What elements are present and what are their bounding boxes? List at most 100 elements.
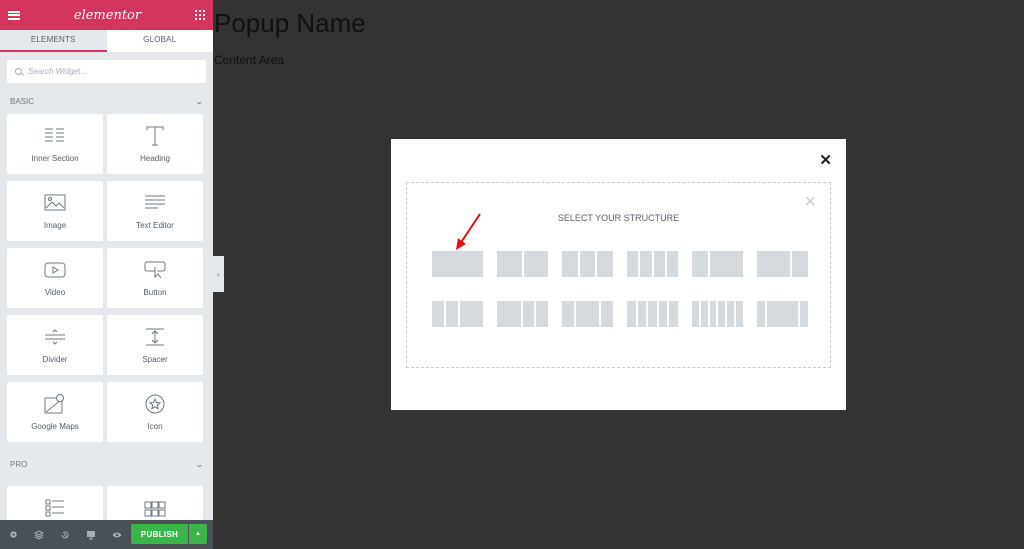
section-label: BASIC — [10, 96, 35, 106]
structure-option[interactable] — [562, 251, 614, 277]
structure-column — [757, 251, 790, 277]
widget-heading[interactable]: Heading — [107, 114, 203, 174]
widget-video[interactable]: Video — [7, 248, 103, 308]
widget-label: Spacer — [142, 354, 168, 364]
structure-column — [692, 301, 699, 327]
structure-column — [497, 251, 522, 277]
structure-column — [766, 301, 799, 327]
structure-selector: × SELECT YOUR STRUCTURE — [406, 182, 831, 368]
content-area: Content Area — [214, 53, 285, 67]
elementor-logo: elementor — [73, 7, 142, 23]
popup-modal: ✕ × SELECT YOUR STRUCTURE — [391, 139, 846, 410]
widget-text-editor[interactable]: Text Editor — [107, 181, 203, 241]
widget-google-maps[interactable]: Google Maps — [7, 382, 103, 442]
structure-column — [669, 301, 678, 327]
gallery-icon — [144, 501, 166, 517]
structure-option[interactable] — [692, 301, 743, 327]
widget-spacer[interactable]: Spacer — [107, 315, 203, 375]
widget-label: Video — [44, 287, 66, 297]
divider-icon — [45, 328, 65, 345]
structure-option[interactable] — [627, 301, 678, 327]
structure-column — [640, 251, 652, 277]
structure-column — [736, 301, 743, 327]
structure-column — [692, 251, 709, 277]
structure-option[interactable] — [627, 251, 678, 277]
responsive-mode-icon[interactable] — [86, 530, 96, 540]
structure-column — [432, 301, 444, 327]
publish-button[interactable]: PUBLISH — [131, 524, 188, 544]
widget-divider[interactable]: Divider — [7, 315, 103, 375]
widget-label: Image — [43, 220, 67, 230]
structure-option[interactable] — [497, 301, 548, 327]
button-icon — [144, 261, 166, 278]
page-title: Popup Name — [214, 8, 366, 38]
structure-option[interactable] — [692, 251, 743, 277]
structure-column — [791, 251, 808, 277]
section-pro[interactable]: PRO ⌄ — [0, 454, 213, 474]
heading-icon — [146, 126, 164, 145]
structure-column — [700, 301, 708, 327]
menu-icon[interactable] — [8, 10, 20, 20]
tab-elements[interactable]: ELEMENTS — [0, 30, 107, 52]
panel-footer: PUBLISH ▲ — [0, 520, 213, 549]
structure-column — [597, 251, 614, 277]
structure-column — [637, 301, 647, 327]
elementor-panel: elementor ELEMENTS GLOBAL Search Widget.… — [0, 0, 213, 549]
publish-options-button[interactable]: ▲ — [189, 524, 207, 544]
widget-label: Icon — [147, 421, 163, 431]
structure-column — [627, 251, 639, 277]
widget-label: Inner Section — [31, 153, 79, 163]
widget-image[interactable]: Image — [7, 181, 103, 241]
chevron-down-icon: ⌄ — [194, 459, 205, 469]
structure-column — [648, 301, 657, 327]
settings-icon[interactable] — [8, 530, 18, 540]
widget-icon[interactable]: Icon — [107, 382, 203, 442]
structure-option[interactable] — [562, 301, 613, 327]
close-icon[interactable]: ✕ — [819, 151, 832, 169]
chevron-left-icon: ‹ — [217, 269, 220, 279]
structure-column — [718, 301, 726, 327]
structure-column — [536, 301, 548, 327]
section-basic[interactable]: BASIC ⌄ — [0, 91, 213, 111]
search-placeholder: Search Widget... — [28, 67, 88, 76]
history-icon[interactable] — [60, 530, 70, 540]
widget-label: Heading — [140, 153, 170, 163]
structure-column — [800, 301, 808, 327]
structure-column — [562, 301, 574, 327]
close-structure-icon[interactable]: × — [804, 191, 816, 214]
structure-option[interactable] — [757, 301, 808, 327]
spacer-icon — [146, 328, 164, 345]
structure-option[interactable] — [432, 301, 483, 327]
list-icon — [45, 499, 64, 517]
structure-column — [757, 301, 765, 327]
structure-column — [727, 301, 735, 327]
structure-column — [627, 301, 636, 327]
search-icon — [15, 68, 22, 75]
preview-eye-icon[interactable] — [112, 530, 122, 540]
structure-option[interactable] — [757, 251, 808, 277]
inner-section-icon — [45, 128, 64, 141]
widget-label: Text Editor — [136, 220, 174, 230]
structure-option[interactable] — [497, 251, 548, 277]
structure-column — [658, 301, 668, 327]
image-icon — [44, 194, 66, 210]
navigator-icon[interactable] — [34, 529, 44, 540]
structure-column — [601, 301, 613, 327]
structure-column — [445, 301, 458, 327]
text-editor-icon — [145, 195, 165, 208]
widget-inner-section[interactable]: Inner Section — [7, 114, 103, 174]
widget-label: Divider — [42, 354, 68, 364]
search-input[interactable]: Search Widget... — [7, 60, 206, 83]
structure-option[interactable] — [432, 251, 483, 277]
structure-column — [522, 301, 535, 327]
structure-column — [562, 251, 578, 277]
widget-button[interactable]: Button — [107, 248, 203, 308]
collapse-panel-button[interactable]: ‹ — [213, 256, 224, 292]
tab-global[interactable]: GLOBAL — [107, 30, 214, 52]
structure-column — [653, 251, 665, 277]
red-arrow-annotation — [456, 213, 481, 250]
widgets-grid-icon[interactable] — [194, 10, 205, 20]
section-label: PRO — [10, 459, 28, 469]
structure-column — [666, 251, 678, 277]
structure-column — [710, 251, 743, 277]
